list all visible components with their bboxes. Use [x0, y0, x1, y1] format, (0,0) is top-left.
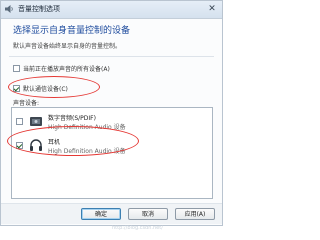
- ok-button[interactable]: 确定: [81, 208, 121, 220]
- device-name: 数字音频(S/PDIF): [48, 115, 96, 122]
- option-all-playing-devices[interactable]: 当前正在播放声音的所有设备(A): [13, 63, 110, 73]
- watermark: http://blog.csdn.net/: [112, 225, 163, 231]
- device-driver: High Definition Audio 设备: [48, 124, 126, 131]
- device-name: 耳机: [48, 139, 61, 146]
- default-communication-checkbox[interactable]: [13, 84, 20, 92]
- close-button[interactable]: ✕: [205, 3, 219, 15]
- spdif-device-checkbox[interactable]: [16, 118, 23, 125]
- option-label: 当前正在播放声音的所有设备(A): [23, 65, 110, 73]
- option-label: 默认通信设备(C): [23, 85, 68, 93]
- devices-section-label: 声音设备:: [13, 100, 40, 107]
- button-bar: 确定 取消 应用(A): [1, 203, 222, 224]
- title-bar: 音量控制选项 ✕: [1, 1, 222, 19]
- window-title: 音量控制选项: [18, 5, 60, 13]
- device-list: 数字音频(S/PDIF) High Definition Audio 设备 ht…: [11, 107, 213, 231]
- all-playing-devices-checkbox[interactable]: [13, 64, 20, 72]
- option-default-communication-device[interactable]: 默认通信设备(C): [13, 83, 68, 93]
- volume-options-dialog: 音量控制选项 ✕ 选择显示自身音量控制的设备 默认声音设备始终显示自身的音量控制…: [0, 0, 223, 231]
- list-item[interactable]: 耳机 High Definition Audio 设备: [16, 135, 206, 157]
- list-item[interactable]: 数字音频(S/PDIF) High Definition Audio 设备: [16, 111, 206, 133]
- apply-button[interactable]: 应用(A): [175, 208, 215, 220]
- headphones-icon: [30, 139, 42, 151]
- speaker-icon: [5, 5, 13, 13]
- headphones-device-checkbox[interactable]: [16, 142, 23, 149]
- spdif-icon: [30, 117, 42, 126]
- device-driver: High Definition Audio 设备: [48, 148, 126, 155]
- dialog-heading: 选择显示自身音量控制的设备: [13, 26, 131, 36]
- divider: [9, 56, 214, 57]
- dialog-description: 默认声音设备始终显示自身的音量控制。: [13, 43, 122, 50]
- cancel-button[interactable]: 取消: [128, 208, 168, 220]
